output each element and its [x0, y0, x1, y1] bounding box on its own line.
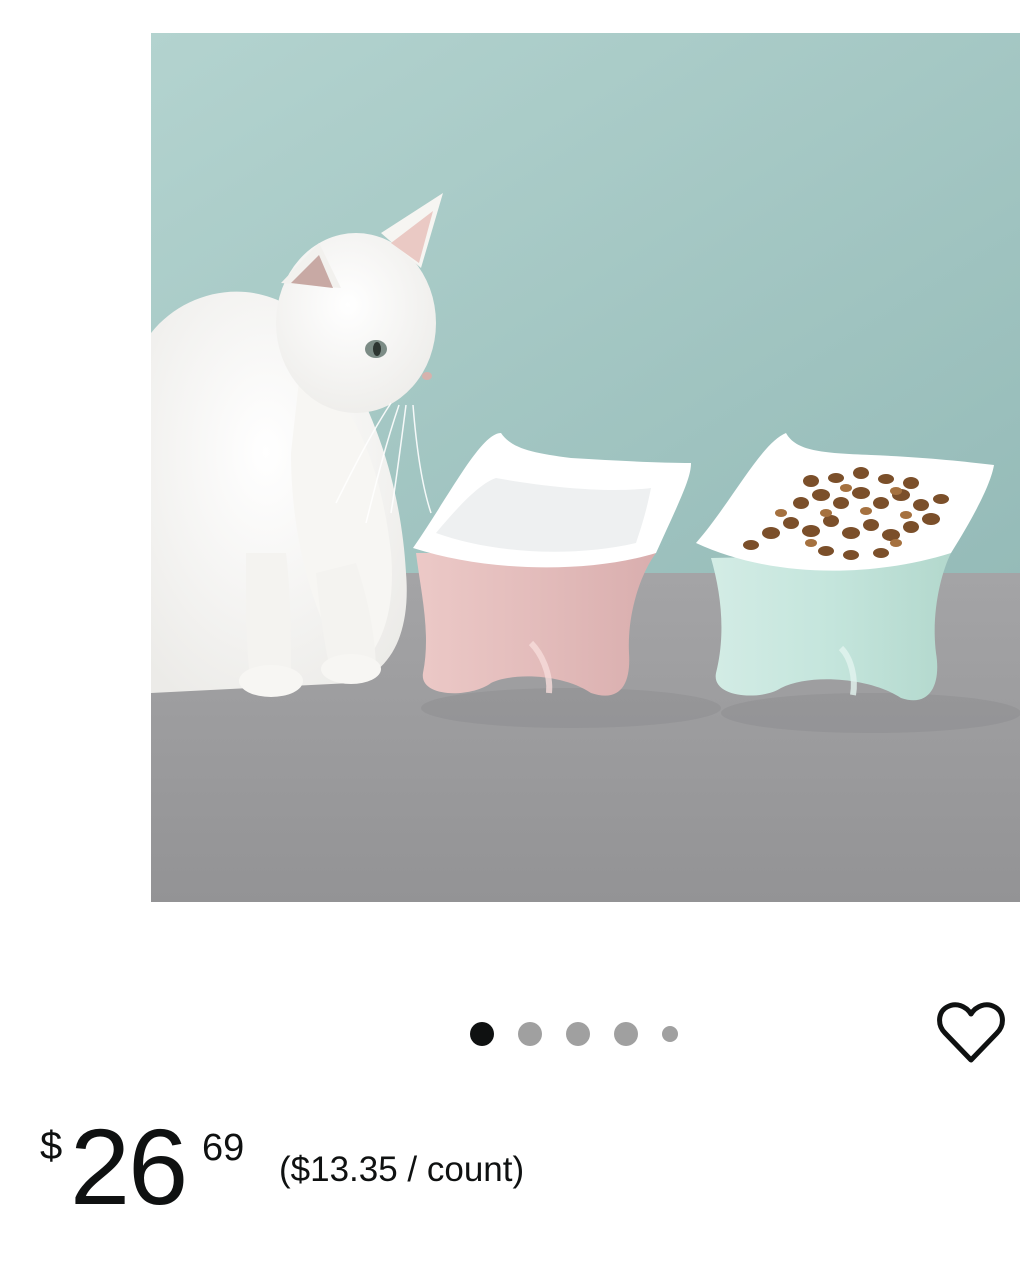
carousel-dot-1[interactable]: [470, 1022, 494, 1046]
unit-price: ($13.35 / count): [279, 1150, 525, 1189]
carousel-dot-3[interactable]: [566, 1022, 590, 1046]
carousel-dot-2[interactable]: [518, 1022, 542, 1046]
product-photo: [151, 33, 1020, 902]
carousel-dot-5[interactable]: [662, 1026, 678, 1042]
price-currency-symbol: $: [40, 1124, 63, 1168]
image-carousel-dots[interactable]: [470, 1018, 702, 1050]
wishlist-button[interactable]: [936, 1000, 1006, 1066]
carousel-dot-4[interactable]: [614, 1022, 638, 1046]
price-fraction: 69: [202, 1127, 245, 1169]
product-image[interactable]: [151, 33, 1020, 902]
price-whole: 26: [70, 1106, 188, 1227]
heart-outline-icon: [937, 1002, 1005, 1063]
